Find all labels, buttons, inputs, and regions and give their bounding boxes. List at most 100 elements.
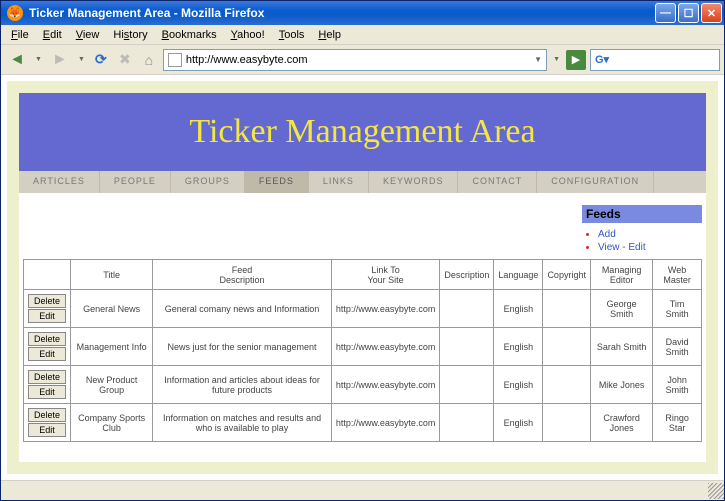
col-title: Title	[71, 260, 153, 290]
cell-link: http://www.easybyte.com	[331, 404, 440, 442]
cell-feed-desc: News just for the senior management	[153, 328, 332, 366]
sidebar-heading: Feeds	[582, 205, 702, 223]
delete-button[interactable]: Delete	[28, 408, 66, 422]
cell-language: English	[494, 328, 543, 366]
cell-title: Company Sports Club	[71, 404, 153, 442]
cell-copyright	[543, 366, 591, 404]
forward-button: ►	[48, 48, 72, 72]
maximize-button[interactable]: ☐	[678, 3, 699, 23]
delete-button[interactable]: Delete	[28, 370, 66, 384]
cell-title: Management Info	[71, 328, 153, 366]
cell-description	[440, 328, 494, 366]
back-dropdown[interactable]: ▼	[33, 56, 44, 63]
url-text: http://www.easybyte.com	[186, 54, 308, 66]
col-actions	[24, 260, 71, 290]
delete-button[interactable]: Delete	[28, 294, 66, 308]
cell-master: John Smith	[653, 366, 702, 404]
cell-master: Tim Smith	[653, 290, 702, 328]
tab-keywords[interactable]: KEYWORDS	[369, 171, 459, 193]
sidebar-panel: Feeds Add View - Edit	[582, 205, 702, 259]
cell-link: http://www.easybyte.com	[331, 366, 440, 404]
sidebar-link-add[interactable]: Add	[598, 229, 616, 240]
tab-people[interactable]: PEOPLE	[100, 171, 171, 193]
resize-grip[interactable]	[708, 483, 724, 499]
edit-button[interactable]: Edit	[28, 423, 66, 437]
forward-dropdown[interactable]: ▼	[76, 56, 87, 63]
cell-copyright	[543, 290, 591, 328]
cell-description	[440, 290, 494, 328]
cell-link: http://www.easybyte.com	[331, 290, 440, 328]
statusbar	[1, 480, 724, 500]
edit-button[interactable]: Edit	[28, 347, 66, 361]
close-button[interactable]: ✕	[701, 3, 722, 23]
col-link: Link ToYour Site	[331, 260, 440, 290]
page-icon	[168, 53, 182, 67]
cell-feed-desc: Information and articles about ideas for…	[153, 366, 332, 404]
go-button[interactable]: ▶	[566, 50, 586, 70]
cell-editor: Sarah Smith	[590, 328, 652, 366]
menu-view[interactable]: View	[70, 27, 106, 43]
reload-button[interactable]: ⟳	[91, 50, 111, 70]
col-editor: ManagingEditor	[590, 260, 652, 290]
cell-description	[440, 404, 494, 442]
cell-editor: Mike Jones	[590, 366, 652, 404]
tab-articles[interactable]: ARTICLES	[19, 171, 100, 193]
tab-feeds[interactable]: FEEDS	[245, 171, 309, 193]
menu-help[interactable]: Help	[312, 27, 347, 43]
cell-title: General News	[71, 290, 153, 328]
table-row: DeleteEdit Management InfoNews just for t…	[24, 328, 702, 366]
menu-tools[interactable]: Tools	[273, 27, 311, 43]
menu-yahoo[interactable]: Yahoo!	[225, 27, 271, 43]
menu-file[interactable]: File	[5, 27, 35, 43]
col-master: WebMaster	[653, 260, 702, 290]
url-dropdown-icon[interactable]: ▼	[534, 55, 542, 64]
page-banner: Ticker Management Area	[19, 93, 706, 171]
cell-language: English	[494, 404, 543, 442]
page-title: Ticker Management Area	[189, 113, 535, 151]
tab-links[interactable]: LINKS	[309, 171, 369, 193]
cell-copyright	[543, 328, 591, 366]
tab-groups[interactable]: GROUPS	[171, 171, 245, 193]
titlebar[interactable]: 🦊 Ticker Management Area - Mozilla Firef…	[1, 1, 724, 25]
edit-button[interactable]: Edit	[28, 309, 66, 323]
cell-feed-desc: Information on matches and results and w…	[153, 404, 332, 442]
table-row: DeleteEdit Company Sports ClubInformation…	[24, 404, 702, 442]
cell-editor: Crawford Jones	[590, 404, 652, 442]
cell-feed-desc: General comany news and Information	[153, 290, 332, 328]
edit-button[interactable]: Edit	[28, 385, 66, 399]
col-feed-desc: FeedDescription	[153, 260, 332, 290]
nav-toolbar: ◄ ▼ ► ▼ ⟳ ✖ ⌂ http://www.easybyte.com ▼ …	[1, 45, 724, 75]
search-box[interactable]: G▾	[590, 49, 720, 71]
window-title: Ticker Management Area - Mozilla Firefox	[27, 6, 655, 20]
home-button[interactable]: ⌂	[139, 50, 159, 70]
back-button[interactable]: ◄	[5, 48, 29, 72]
menubar: File Edit View History Bookmarks Yahoo! …	[1, 25, 724, 45]
minimize-button[interactable]: —	[655, 3, 676, 23]
feeds-table: Title FeedDescription Link ToYour Site D…	[23, 259, 702, 442]
cell-master: Ringo Star	[653, 404, 702, 442]
col-copyright: Copyright	[543, 260, 591, 290]
url-bar[interactable]: http://www.easybyte.com ▼	[163, 49, 547, 71]
search-engine-icon[interactable]: G▾	[595, 53, 609, 66]
page-frame: Ticker Management Area ARTICLES PEOPLE G…	[7, 81, 718, 474]
tab-configuration[interactable]: CONFIGURATION	[537, 171, 654, 193]
cell-title: New Product Group	[71, 366, 153, 404]
cell-language: English	[494, 366, 543, 404]
menu-history[interactable]: History	[107, 27, 153, 43]
menu-bookmarks[interactable]: Bookmarks	[156, 27, 223, 43]
url-history-dropdown[interactable]: ▼	[551, 56, 562, 63]
cell-master: David Smith	[653, 328, 702, 366]
sidebar-link-view-edit[interactable]: View - Edit	[598, 242, 646, 253]
menu-edit[interactable]: Edit	[37, 27, 68, 43]
tab-contact[interactable]: CONTACT	[458, 171, 537, 193]
tab-strip: ARTICLES PEOPLE GROUPS FEEDS LINKS KEYWO…	[19, 171, 706, 193]
tab-filler	[654, 171, 706, 193]
cell-language: English	[494, 290, 543, 328]
table-row: DeleteEdit New Product GroupInformation a…	[24, 366, 702, 404]
cell-description	[440, 366, 494, 404]
browser-window: 🦊 Ticker Management Area - Mozilla Firef…	[0, 0, 725, 501]
cell-editor: George Smith	[590, 290, 652, 328]
delete-button[interactable]: Delete	[28, 332, 66, 346]
content-area: Ticker Management Area ARTICLES PEOPLE G…	[1, 75, 724, 480]
stop-button: ✖	[115, 50, 135, 70]
